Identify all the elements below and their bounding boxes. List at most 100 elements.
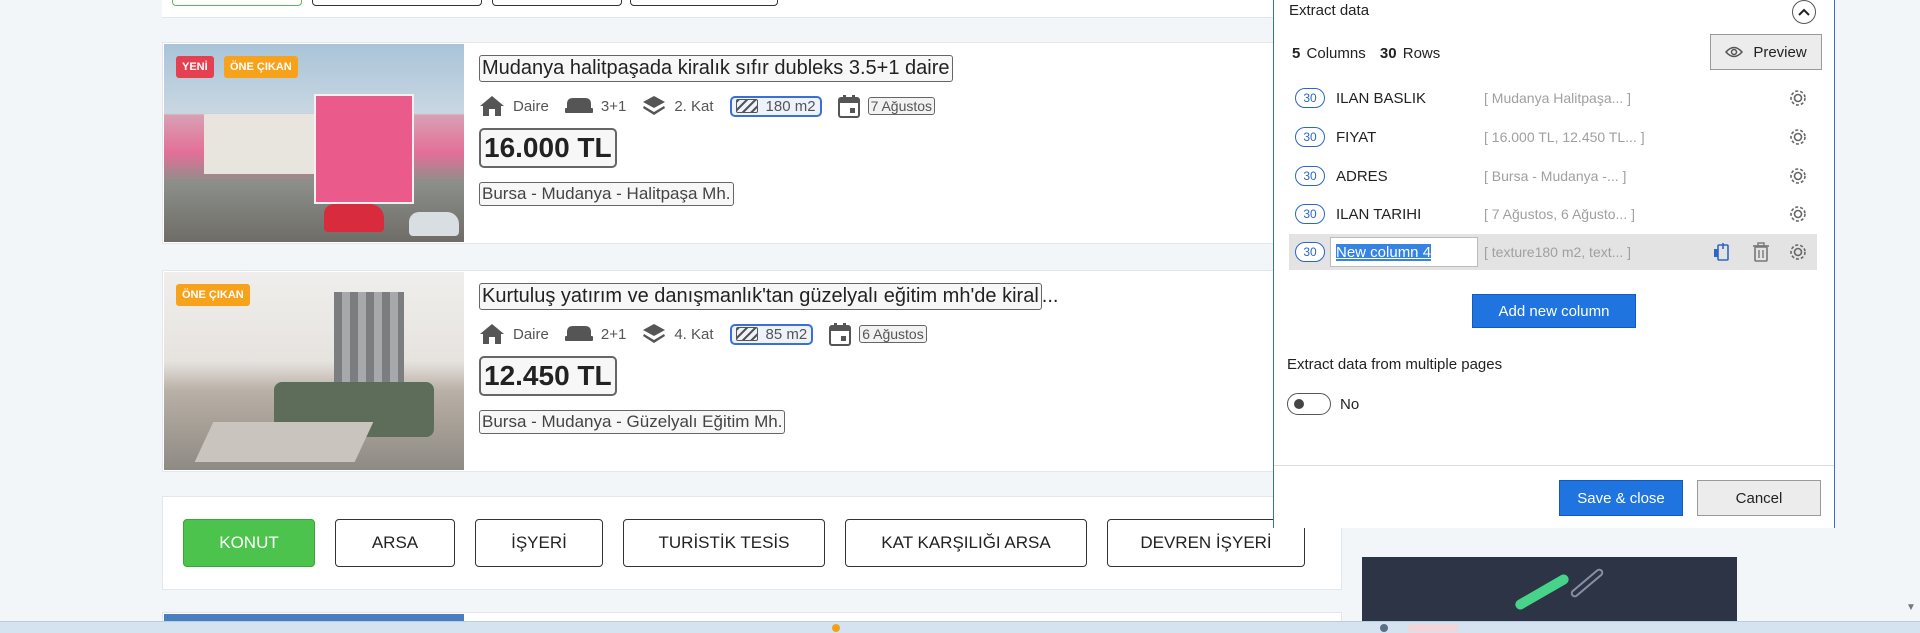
photo-building-left (204, 114, 314, 174)
category-turistik-tesis-button[interactable]: TURİSTİK TESİS (623, 519, 825, 567)
bed-icon (564, 98, 593, 113)
category-isyeri-button[interactable]: İŞYERİ (475, 519, 603, 567)
photo-building-pink (314, 94, 414, 204)
area-highlight: 85 m2 (729, 323, 814, 345)
columns-count: 5 (1292, 45, 1301, 62)
room-count: 2+1 (600, 325, 627, 343)
toggle-knob (1294, 399, 1304, 409)
listing-title[interactable]: Kurtuluş yatırım ve danışmanlık'tan güze… (479, 283, 1042, 310)
listing-card[interactable]: ÖNE ÇIKAN Kurtuluş yatırım ve danışmanlı… (162, 270, 1342, 472)
category-arsa-button[interactable]: ARSA (335, 519, 455, 567)
room-count: 3+1 (600, 97, 627, 115)
column-name-selected-text: New column 4 (1336, 244, 1432, 261)
property-type: Daire (513, 325, 549, 343)
gear-icon[interactable] (1787, 126, 1809, 148)
listing-address: Bursa - Mudanya - Güzelyalı Eğitim Mh. (479, 410, 786, 434)
category-konut-button[interactable]: KONUT (183, 519, 315, 567)
extract-data-panel: Extract data 5 Columns 30 Rows Preview 3… (1273, 0, 1835, 528)
photo-car-red (324, 204, 384, 232)
listing-date: 6 Ağustos (859, 325, 927, 343)
rocket-outline-illustration (1569, 567, 1605, 599)
chevron-up-icon (1798, 8, 1810, 16)
column-name-input[interactable]: New column 4 (1330, 237, 1478, 267)
columns-label: Columns (1306, 45, 1366, 62)
taskbar-strip (0, 621, 1920, 633)
listing-photo[interactable]: YENİ ÖNE ÇIKAN (164, 44, 464, 242)
home-icon (480, 96, 504, 116)
rows-label: Rows (1402, 45, 1441, 62)
column-sample: [ 16.000 TL, 12.450 TL... ] (1484, 129, 1645, 145)
preview-label: Preview (1753, 43, 1807, 61)
tab-ghost-3[interactable] (492, 0, 622, 6)
tab-ghost-2[interactable] (312, 0, 482, 6)
listing-card[interactable]: YENİ ÖNE ÇIKAN Mudanya halitpaşada kiral… (162, 42, 1342, 244)
column-sample: [ 7 Ağustos, 6 Ağusto... ] (1484, 206, 1635, 222)
floor-number: 4. Kat (674, 325, 714, 343)
column-count-badge: 30 (1295, 242, 1325, 262)
column-row[interactable]: 30 ILAN TARIHI [ 7 Ağustos, 6 Ağusto... … (1289, 196, 1817, 232)
column-sample: [ Bursa - Mudanya -... ] (1484, 168, 1627, 184)
column-name[interactable]: ILAN BASLIK (1336, 90, 1426, 107)
taskbar-icon[interactable] (832, 624, 840, 632)
floor-number: 2. Kat (674, 97, 714, 115)
column-name[interactable]: ILAN TARIHI (1336, 206, 1421, 223)
rows-count: 30 (1379, 45, 1397, 62)
column-row[interactable]: 30 ADRES [ Bursa - Mudanya -... ] (1289, 158, 1817, 194)
panel-footer: Save & close Cancel (1274, 465, 1834, 528)
gear-icon[interactable] (1787, 241, 1809, 263)
calendar-icon (829, 323, 852, 346)
home-icon (480, 324, 504, 344)
column-name[interactable]: ADRES (1336, 168, 1388, 185)
column-sample: [ Mudanya Halitpaşa... ] (1484, 90, 1632, 106)
column-row-editing[interactable]: 30 New column 4 [ texture180 m2, text...… (1289, 234, 1817, 270)
column-row[interactable]: 30 ILAN BASLIK [ Mudanya Halitpaşa... ] (1289, 80, 1817, 116)
split-column-icon[interactable] (1712, 241, 1734, 263)
column-sample: [ texture180 m2, text... ] (1484, 244, 1632, 260)
multiple-pages-value: No (1340, 396, 1360, 413)
gear-icon[interactable] (1787, 165, 1809, 187)
gear-icon[interactable] (1787, 87, 1809, 109)
layers-icon (643, 96, 666, 115)
trash-icon[interactable] (1750, 241, 1772, 263)
category-kat-karsiligi-arsa-button[interactable]: KAT KARŞILIĞI ARSA (845, 519, 1087, 567)
badge-featured: ÖNE ÇIKAN (176, 284, 250, 306)
preview-button[interactable]: Preview (1710, 34, 1822, 70)
listing-price: 16.000 TL (479, 128, 617, 168)
add-new-column-button[interactable]: Add new column (1472, 294, 1636, 328)
page-scrollbar[interactable] (1900, 0, 1920, 620)
property-type: Daire (513, 97, 549, 115)
category-bar: KONUT ARSA İŞYERİ TURİSTİK TESİS KAT KAR… (162, 496, 1342, 590)
tab-ghost-1[interactable] (172, 0, 302, 6)
listing-title[interactable]: Mudanya halitpaşada kiralık sıfır dublek… (479, 55, 953, 82)
cancel-button[interactable]: Cancel (1697, 480, 1821, 516)
layers-icon (643, 324, 666, 343)
badge-new: YENİ (176, 56, 214, 78)
listing-photo[interactable]: ÖNE ÇIKAN (164, 272, 464, 470)
texture-icon (735, 327, 758, 341)
area-value: 180 m2 (765, 97, 816, 115)
bed-icon (564, 326, 593, 341)
tab-ghost-4[interactable] (630, 0, 778, 6)
texture-icon (735, 99, 758, 113)
extract-summary: 5 Columns 30 Rows (1292, 45, 1440, 62)
column-count-badge: 30 (1295, 88, 1325, 108)
photo-car-white (409, 212, 459, 236)
column-row[interactable]: 30 FIYAT [ 16.000 TL, 12.450 TL... ] (1289, 119, 1817, 155)
multiple-pages-toggle[interactable] (1287, 393, 1331, 415)
badge-featured: ÖNE ÇIKAN (224, 56, 298, 78)
photo-rug (194, 422, 374, 462)
scroll-down-icon[interactable]: ▼ (1906, 602, 1916, 613)
multiple-pages-label: Extract data from multiple pages (1287, 356, 1503, 373)
taskbar-icon[interactable] (1380, 624, 1388, 632)
column-name[interactable]: FIYAT (1336, 129, 1376, 146)
panel-title: Extract data (1289, 2, 1370, 19)
gear-icon[interactable] (1787, 203, 1809, 225)
area-value: 85 m2 (765, 325, 808, 343)
area-highlight: 180 m2 (729, 95, 822, 117)
taskbar-icon[interactable] (1408, 624, 1458, 632)
column-count-badge: 30 (1295, 166, 1325, 186)
collapse-button[interactable] (1792, 0, 1816, 24)
save-close-button[interactable]: Save & close (1559, 480, 1683, 516)
eye-icon (1725, 46, 1744, 58)
rocket-illustration (1513, 572, 1571, 612)
